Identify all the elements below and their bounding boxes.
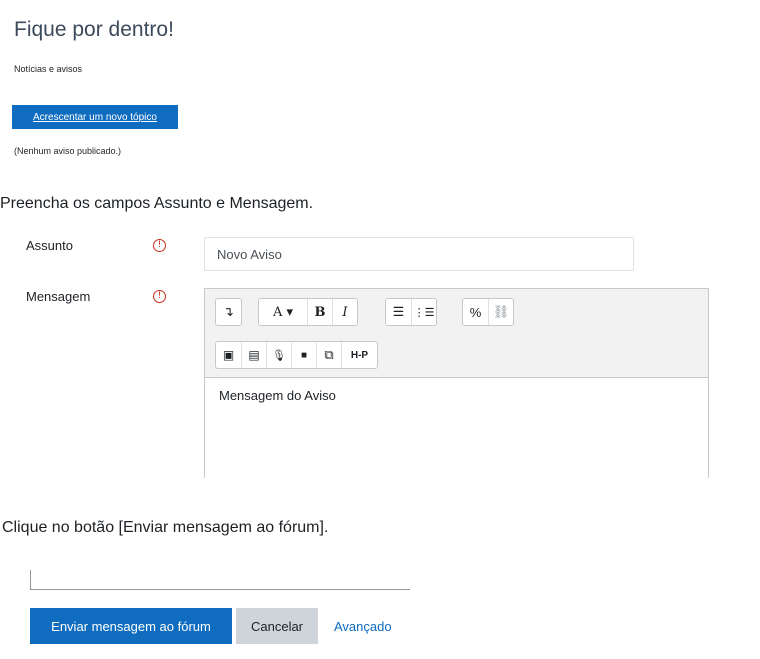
unlink-icon[interactable]: ⛓ bbox=[488, 299, 513, 325]
no-news-text: (Nenhum aviso publicado.) bbox=[14, 146, 122, 156]
h5p-icon[interactable]: H-P bbox=[341, 342, 377, 368]
required-icon: ! bbox=[153, 239, 166, 252]
advanced-link[interactable]: Avançado bbox=[334, 619, 392, 634]
message-textarea[interactable]: Mensagem do Aviso bbox=[205, 377, 708, 480]
copy-icon[interactable]: ⧉ bbox=[316, 342, 341, 368]
editor-bottom-edge bbox=[30, 570, 410, 590]
collapse-icon[interactable]: ↴ bbox=[216, 299, 241, 325]
submit-post-button[interactable]: Enviar mensagem ao fórum bbox=[30, 608, 232, 644]
message-value: Mensagem do Aviso bbox=[219, 388, 336, 403]
instruction-step-1: Preencha os campos Assunto e Mensagem. bbox=[0, 195, 314, 212]
subject-label: Assunto bbox=[26, 238, 73, 253]
unordered-list-icon[interactable]: ☰ bbox=[386, 299, 411, 325]
toolbar-group-media: ▣ ▤ 🎙 ■ ⧉ H-P bbox=[215, 341, 378, 369]
italic-icon[interactable]: I bbox=[332, 299, 357, 325]
microphone-icon[interactable]: 🎙 bbox=[266, 342, 291, 368]
toolbar-group-links: % ⛓ bbox=[462, 298, 514, 326]
cancel-button[interactable]: Cancelar bbox=[236, 608, 318, 644]
toolbar-group-lists: ☰ ⋮☰ bbox=[385, 298, 437, 326]
page-subtitle: Notícias e avisos bbox=[14, 64, 83, 74]
subject-input[interactable]: Novo Aviso bbox=[204, 237, 634, 271]
video-icon[interactable]: ■ bbox=[291, 342, 316, 368]
toolbar-group-format: A ▾ B I bbox=[258, 298, 358, 326]
link-icon[interactable]: % bbox=[463, 299, 488, 325]
bold-icon[interactable]: B bbox=[307, 299, 332, 325]
message-label: Mensagem bbox=[26, 289, 91, 304]
message-editor: ↴ A ▾ B I ☰ ⋮☰ % ⛓ ▣ ▤ 🎙 ■ ⧉ H-P Mensage… bbox=[204, 288, 709, 480]
ordered-list-icon[interactable]: ⋮☰ bbox=[411, 299, 436, 325]
image-icon[interactable]: ▣ bbox=[216, 342, 241, 368]
add-new-topic-button[interactable]: Acrescentar um novo tópico bbox=[12, 105, 178, 129]
toolbar-group-collapse: ↴ bbox=[215, 298, 242, 326]
required-icon: ! bbox=[153, 290, 166, 303]
media-icon[interactable]: ▤ bbox=[241, 342, 266, 368]
page-title: Fique por dentro! bbox=[14, 18, 174, 41]
subject-value: Novo Aviso bbox=[217, 247, 282, 262]
instruction-step-2: Clique no botão [Enviar mensagem ao fóru… bbox=[2, 519, 329, 536]
font-style-icon[interactable]: A ▾ bbox=[259, 299, 307, 325]
